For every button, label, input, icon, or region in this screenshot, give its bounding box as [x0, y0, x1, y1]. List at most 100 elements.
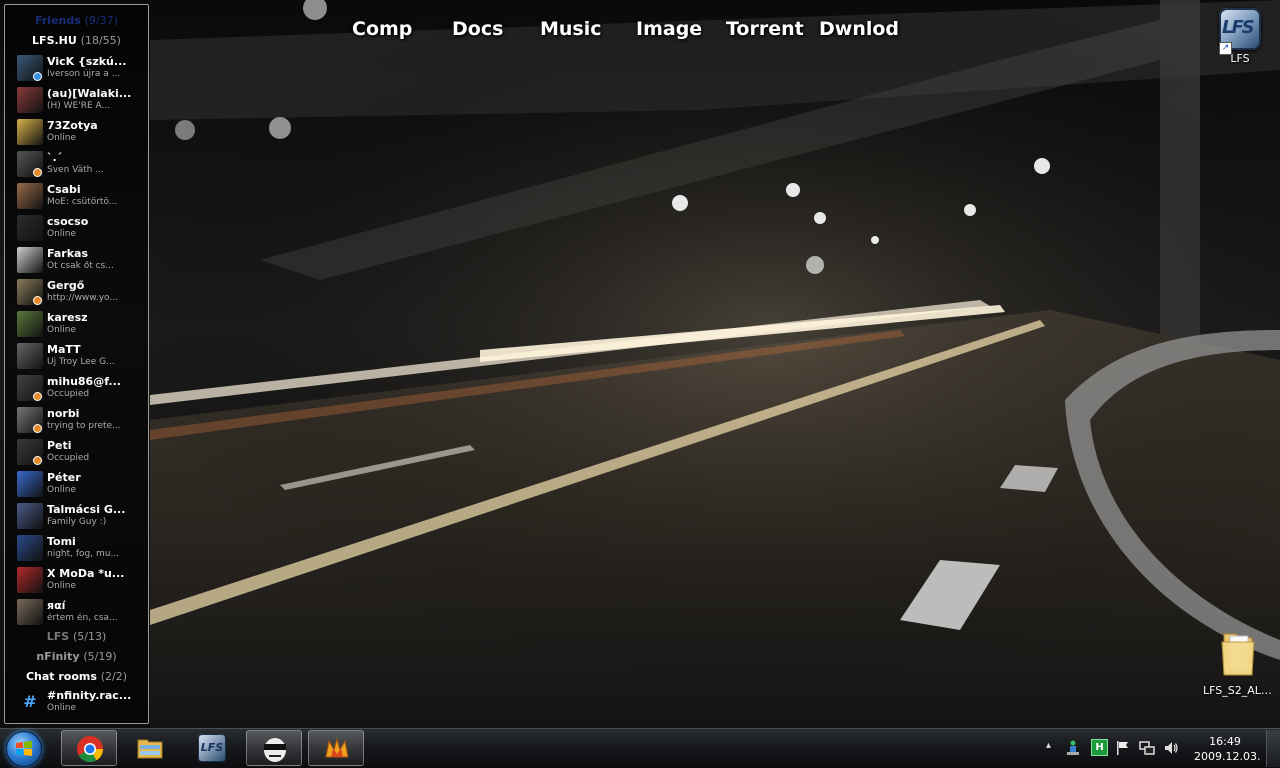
contact-name: Peti — [47, 439, 72, 452]
contact-item[interactable]: 73Zotya Online — [17, 117, 145, 147]
lfs-icon: LFS — [198, 734, 226, 762]
group-name: Chat rooms — [25, 670, 97, 683]
contact-name: Farkas — [47, 247, 89, 260]
desktop-icon-label: LFS_S2_ALP... — [1203, 684, 1273, 697]
contact-avatar — [17, 535, 43, 561]
network-icon[interactable] — [1139, 740, 1155, 756]
group-nfinity[interactable]: nFinity (5/19) — [5, 650, 148, 663]
taskbar-explorer[interactable] — [122, 730, 178, 766]
contact-item[interactable]: (au)[Walaki... (H) WE'RE A... — [17, 85, 145, 115]
contact-item[interactable]: VicK {szkú... Iverson újra a ... — [17, 53, 145, 83]
group-count: (5/13) — [73, 630, 107, 643]
contact-name: 73Zotya — [47, 119, 98, 132]
status-badge-icon — [33, 168, 42, 177]
windows-logo-icon — [16, 741, 32, 756]
contact-name: Talmácsi G... — [47, 503, 126, 516]
contact-status-message: értem én, csa... — [47, 613, 118, 623]
contact-avatar — [17, 183, 43, 209]
chat-room-name: #nfinity.rac... — [47, 689, 132, 702]
contact-status-message: Family Guy :) — [47, 517, 107, 527]
contact-name: MaTT — [47, 343, 81, 356]
group-name: nFinity — [36, 650, 80, 663]
status-badge-icon — [33, 424, 42, 433]
taskbar-mask-app[interactable] — [246, 730, 302, 766]
mask-app-icon — [264, 738, 286, 762]
contact-status-message: Sven Väth ... — [47, 165, 104, 175]
desktop-icon-label: LFS — [1230, 52, 1250, 65]
show-desktop-button[interactable] — [1266, 730, 1280, 767]
link-comp[interactable]: Comp — [352, 18, 412, 40]
desktop-icon-lfs-folder[interactable]: LFS_S2_ALP... — [1203, 628, 1273, 697]
contact-name: VicK {szkú... — [47, 55, 127, 68]
contact-item[interactable]: Talmácsi G... Family Guy :) — [17, 501, 145, 531]
taskbar-miranda[interactable] — [308, 730, 364, 766]
chat-room-item[interactable]: # #nfinity.rac... Online — [17, 687, 145, 717]
contact-status-message: Online — [47, 325, 77, 335]
contact-item[interactable]: csocso Online — [17, 213, 145, 243]
contact-status-message: trying to prete... — [47, 421, 121, 431]
link-dwnlod[interactable]: Dwnlod — [819, 18, 899, 40]
desktop-icon-lfs[interactable]: LFS ↗ LFS — [1205, 8, 1275, 65]
contact-item[interactable]: norbi trying to prete... — [17, 405, 145, 435]
chat-room-status: Online — [47, 703, 77, 713]
group-count: (5/19) — [83, 650, 117, 663]
taskbar-chrome[interactable] — [61, 730, 117, 766]
taskbar-clock[interactable]: 16:49 2009.12.03. — [1194, 734, 1260, 764]
group-friends[interactable]: Friends (9/37) — [5, 14, 148, 27]
start-button[interactable] — [6, 731, 42, 767]
contact-item[interactable]: `.´ Sven Väth ... — [17, 149, 145, 179]
contact-item[interactable]: яαí értem én, csa... — [17, 597, 145, 627]
contact-item[interactable]: mihu86@f... Occupied — [17, 373, 145, 403]
taskbar-lfs[interactable]: LFS — [184, 730, 240, 766]
action-center-flag-icon[interactable] — [1116, 740, 1130, 756]
group-name: Friends — [35, 14, 81, 27]
contact-name: Péter — [47, 471, 81, 484]
contact-item[interactable]: MaTT Új Troy Lee G... — [17, 341, 145, 371]
network-person-icon[interactable] — [1066, 740, 1080, 756]
contact-item[interactable]: Farkas Őt csak őt cs... — [17, 245, 145, 275]
contact-item[interactable]: X MoDa *u... Online — [17, 565, 145, 595]
contact-item[interactable]: Péter Online — [17, 469, 145, 499]
link-torrent[interactable]: Torrent — [726, 18, 804, 40]
contact-name: Gergő — [47, 279, 85, 292]
contact-item[interactable]: Gergő http://www.yo... — [17, 277, 145, 307]
contact-name: csocso — [47, 215, 89, 228]
link-image[interactable]: Image — [636, 18, 702, 40]
contact-name: Csabi — [47, 183, 81, 196]
contact-avatar — [17, 471, 43, 497]
contact-status-message: Occupied — [47, 453, 90, 463]
contact-status-message: Iverson újra a ... — [47, 69, 121, 79]
group-lfs[interactable]: LFS (5/13) — [5, 630, 148, 643]
group-name: LFS.HU — [32, 34, 77, 47]
contact-status-message: Occupied — [47, 389, 90, 399]
contact-item[interactable]: karesz Online — [17, 309, 145, 339]
status-badge-icon — [33, 296, 42, 305]
contact-status-message: Online — [47, 229, 77, 239]
clock-time: 16:49 — [1209, 735, 1241, 748]
contact-avatar — [17, 247, 43, 273]
contact-name: (au)[Walaki... — [47, 87, 132, 100]
link-docs[interactable]: Docs — [452, 18, 503, 40]
folder-icon — [1221, 633, 1255, 676]
contact-item[interactable]: Csabi MoE: csütörtö... — [17, 181, 145, 211]
contact-avatar — [17, 311, 43, 337]
contact-avatar — [17, 503, 43, 529]
link-music[interactable]: Music — [540, 18, 602, 40]
contact-name: karesz — [47, 311, 88, 324]
contact-avatar — [17, 343, 43, 369]
show-hidden-icons-button[interactable]: ▴ — [1046, 740, 1051, 751]
contact-name: `.´ — [47, 151, 63, 164]
group-lfs-hu[interactable]: LFS.HU (18/55) — [5, 34, 148, 47]
contact-status-message: (H) WE'RE A... — [47, 101, 111, 111]
contact-status-message: Online — [47, 581, 77, 591]
status-badge-icon — [33, 72, 42, 81]
hamachi-tray-icon[interactable]: H — [1091, 739, 1108, 756]
contact-item[interactable]: Peti Occupied — [17, 437, 145, 467]
contact-avatar — [17, 215, 43, 241]
group-count: (2/2) — [100, 670, 128, 683]
contact-item[interactable]: Tomi night, fog, mu... — [17, 533, 145, 563]
volume-icon[interactable] — [1163, 740, 1179, 756]
contact-avatar — [17, 599, 43, 625]
shortcut-arrow-icon: ↗ — [1219, 42, 1232, 55]
group-chat-rooms[interactable]: Chat rooms (2/2) — [5, 670, 148, 683]
